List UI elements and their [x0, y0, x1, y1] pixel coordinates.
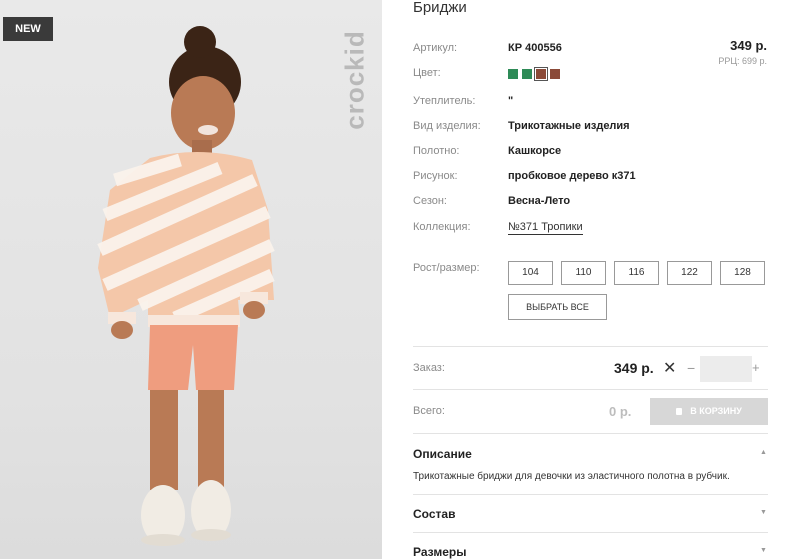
composition-accordion-title[interactable]: Состав	[413, 507, 455, 521]
increase-quantity-button[interactable]: +	[752, 360, 760, 375]
multiply-icon: ✕	[663, 360, 677, 377]
divider	[413, 532, 768, 533]
decrease-quantity-button[interactable]: −	[687, 360, 695, 376]
spec-label: Артикул:	[413, 42, 458, 54]
order-label: Заказ:	[413, 362, 445, 374]
brand-watermark-text: crockid	[339, 30, 370, 130]
total-value: 0 р.	[609, 404, 632, 419]
add-to-cart-label: В КОРЗИНУ	[690, 406, 742, 416]
product-model-image	[97, 26, 275, 546]
chevron-down-icon[interactable]: ▼	[760, 509, 767, 516]
chevron-up-icon[interactable]: ▲	[760, 449, 767, 456]
spec-label: Рисунок:	[413, 170, 458, 182]
size-option-104[interactable]: 104	[508, 261, 553, 285]
size-options: 104 110 116 122 128	[508, 261, 765, 285]
color-swatch-selected[interactable]	[534, 67, 548, 81]
spec-label: Сезон:	[413, 195, 447, 207]
total-label: Всего:	[413, 405, 445, 417]
spec-value: Весна-Лето	[508, 195, 571, 207]
quantity-input[interactable]	[700, 356, 752, 382]
spec-label: Полотно:	[413, 145, 460, 157]
spec-label: Вид изделия:	[413, 120, 481, 132]
select-all-sizes-button[interactable]: ВЫБРАТЬ ВСЕ	[508, 294, 607, 320]
spec-value: Кашкорсе	[508, 145, 562, 157]
spec-label: Цвет:	[413, 67, 441, 79]
divider	[413, 346, 768, 347]
order-unit-price: 349 р.	[614, 360, 654, 376]
size-option-122[interactable]: 122	[667, 261, 712, 285]
color-swatch[interactable]	[508, 69, 518, 79]
size-label: Рост/размер:	[413, 262, 480, 274]
collection-link[interactable]: №371 Тропики	[508, 221, 583, 235]
size-option-116[interactable]: 116	[614, 261, 659, 285]
description-accordion-title[interactable]: Описание	[413, 447, 472, 461]
product-photo[interactable]: NEW crockid	[0, 0, 382, 559]
spec-value: пробковое дерево к371	[508, 170, 636, 182]
chevron-down-icon[interactable]: ▼	[760, 547, 767, 554]
divider	[413, 389, 768, 390]
brand-watermark: crockid	[340, 30, 371, 130]
new-badge: NEW	[3, 17, 53, 41]
description-text: Трикотажные бриджи для девочки из эласти…	[413, 471, 730, 482]
color-swatches	[508, 67, 560, 81]
spec-label: Коллекция:	[413, 221, 471, 233]
divider	[413, 433, 768, 434]
size-option-128[interactable]: 128	[720, 261, 765, 285]
product-price: 349 р.	[730, 38, 767, 53]
add-to-cart-button[interactable]: В КОРЗИНУ	[650, 398, 768, 425]
spec-value: Трикотажные изделия	[508, 120, 630, 132]
color-swatch[interactable]	[550, 69, 560, 79]
color-swatch[interactable]	[522, 69, 532, 79]
sizes-accordion-title[interactable]: Размеры	[413, 545, 466, 559]
product-title: Бриджи	[413, 0, 467, 16]
divider	[413, 494, 768, 495]
spec-value: "	[508, 95, 514, 107]
size-option-110[interactable]: 110	[561, 261, 606, 285]
recommended-price: РРЦ: 699 р.	[718, 56, 767, 66]
spec-label: Утеплитель:	[413, 95, 476, 107]
spec-value: КР 400556	[508, 42, 562, 54]
shopping-bag-icon	[676, 408, 683, 415]
